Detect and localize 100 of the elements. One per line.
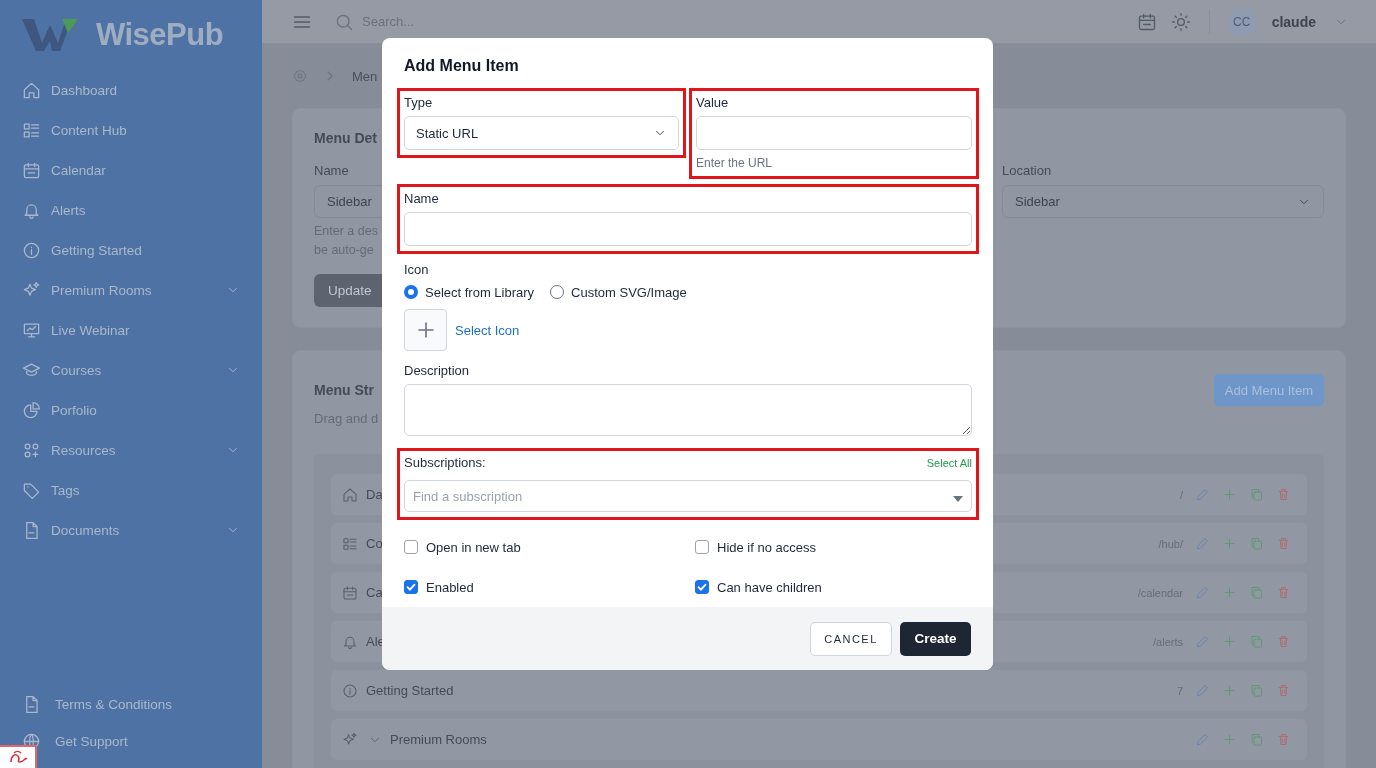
nav-item[interactable]: Dashboard [0,70,262,110]
home-icon [342,486,358,503]
copy-icon [1249,585,1264,600]
nav-item[interactable]: Getting Started [0,230,262,270]
value-input[interactable] [696,116,972,150]
logo-icon [22,17,78,53]
caret-icon [953,496,963,502]
cancel-button[interactable]: CANCEL [810,621,892,656]
trash-icon [1276,683,1291,698]
subscription-select[interactable]: Find a subscription [404,480,972,512]
plus-icon [1222,536,1237,551]
plus-icon [1222,634,1237,649]
nav-item[interactable]: Live Webinar [0,310,262,350]
copy-icon [1249,536,1264,551]
trash-icon [1276,585,1291,600]
trash-icon [1276,536,1291,551]
add-icon-button[interactable] [404,309,447,351]
copy-icon [1249,683,1264,698]
sun-icon [1170,11,1191,32]
name-input[interactable] [404,212,972,246]
checkbox-label[interactable]: Open in new tab [426,539,521,555]
calendar-icon [1136,11,1157,32]
home-icon [22,80,41,100]
field-label: Icon [404,262,430,278]
nav-item[interactable]: Terms & Conditions [0,686,262,723]
row-url: / [1179,488,1183,501]
nav-item[interactable]: Premium Rooms [0,270,262,310]
card-title: Menu Str [314,381,375,399]
location-select[interactable]: Sidebar [1002,185,1324,218]
field-label: Name [314,163,350,179]
card-title: Menu Det [314,129,378,147]
create-button[interactable]: Create [900,621,971,656]
copy-icon [1249,634,1264,649]
plus-icon [1222,585,1237,600]
pencil-icon [1195,585,1210,600]
checkbox[interactable] [404,540,418,554]
plus-icon [1222,732,1237,747]
nav-item[interactable]: Content Hub [0,110,262,150]
nav-item[interactable]: Alerts [0,190,262,230]
pencil-icon [1195,487,1210,502]
field-label: Type [404,95,434,111]
pencil-icon [1195,683,1210,698]
update-button[interactable]: Update [314,274,383,307]
settings-icon [292,68,308,84]
help-text: Enter the URL [696,155,774,171]
brand-name: WisePub [96,17,224,53]
nav-item[interactable]: Tags [0,470,262,510]
checkbox-label[interactable]: Can have children [717,579,822,595]
field-label: Value [696,95,730,111]
copy-icon [1249,487,1264,502]
select-all-link[interactable]: Select All [926,457,972,469]
row-label: Premium Rooms [390,732,487,747]
sparkle-icon [342,731,358,748]
radio-label[interactable]: Select from Library [425,284,535,300]
row-label: Da [366,487,383,502]
field-label: Name [404,191,440,207]
trash-icon [1276,732,1291,747]
trash-icon [1276,487,1291,502]
calendar-icon [342,584,358,601]
select-icon-link[interactable]: Select Icon [455,322,520,338]
trash-icon [1276,634,1291,649]
breadcrumb-link[interactable]: Men [352,68,378,84]
badge-icon [0,745,37,768]
avatar[interactable]: CC [1227,7,1256,36]
menu-row[interactable]: Premium Rooms [330,718,1308,761]
field-label: Subscriptions: [404,455,486,471]
calendar-button[interactable] [1136,11,1157,32]
checkbox-label[interactable]: Enabled [426,579,474,595]
nav-item[interactable]: Resources [0,430,262,470]
nav-item[interactable]: Documents [0,510,262,550]
checkbox[interactable] [404,580,418,594]
calendar-icon [22,160,41,180]
row-label: Co [366,536,383,551]
theme-toggle[interactable] [1170,11,1191,32]
checkbox[interactable] [695,580,709,594]
modal-title: Add Menu Item [404,56,520,76]
field-label: Description [404,363,471,379]
radio-button[interactable] [404,285,418,299]
pencil-icon [1195,536,1210,551]
checkbox-label[interactable]: Hide if no access [717,539,816,555]
row-label: Ca [366,585,383,600]
plus-icon [1222,683,1237,698]
type-select[interactable]: Static URL [404,116,679,150]
nav-item[interactable]: Courses [0,350,262,390]
checkbox[interactable] [695,540,709,554]
info-icon [342,682,358,699]
pencil-icon [1195,732,1210,747]
nav-item[interactable]: Calendar [0,150,262,190]
plus-icon [1222,487,1237,502]
info-icon [22,240,41,260]
row-label: Getting Started [366,683,454,698]
nav-item[interactable]: Porfolio [0,390,262,430]
radio-label[interactable]: Custom SVG/Image [571,284,687,300]
copy-icon [1249,732,1264,747]
field-label: Location [1002,163,1053,179]
pencil-icon [1195,634,1210,649]
list-icon [342,535,358,552]
description-textarea[interactable] [404,384,972,436]
user-name[interactable]: claude [1271,13,1316,30]
add-menu-item-button[interactable]: Add Menu Item [1213,374,1324,406]
